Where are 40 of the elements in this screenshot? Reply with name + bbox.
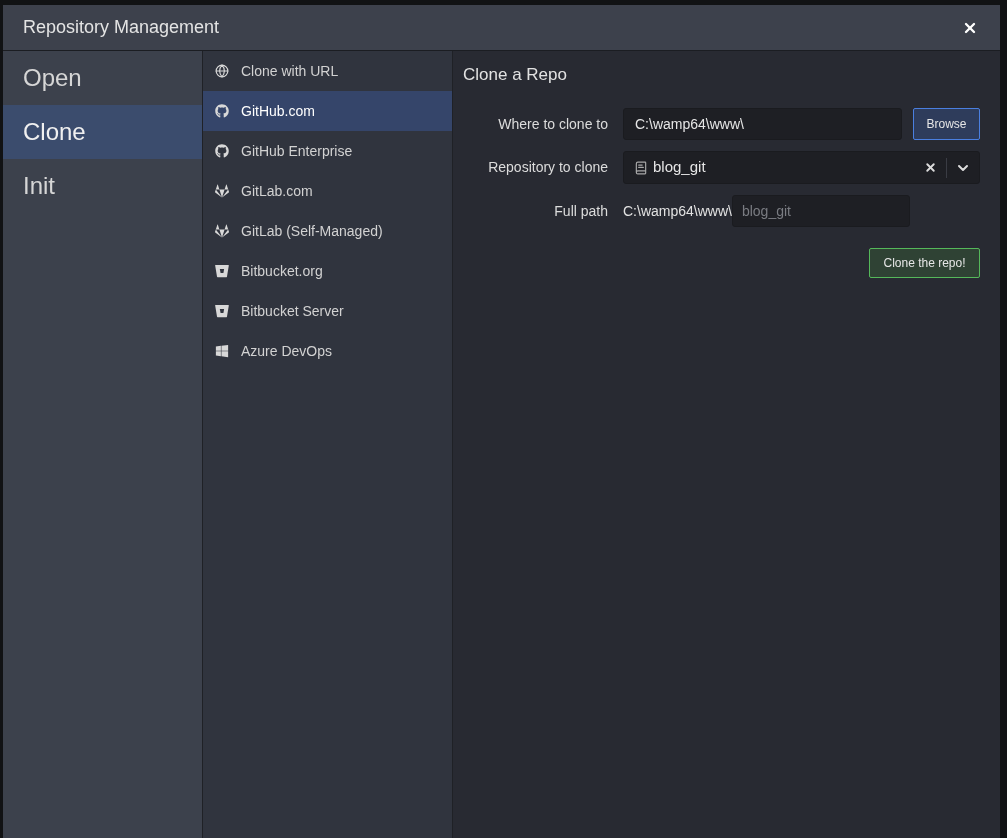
source-item[interactable]: Clone with URL [203,51,452,91]
path-prefix: C:\wamp64\www\ [623,201,732,221]
source-label: GitHub.com [241,101,315,121]
source-label: Bitbucket.org [241,261,323,281]
source-label: GitLab.com [241,181,313,201]
clone-button[interactable]: Clone the repo! [869,248,980,278]
field-label: Where to clone to [497,114,608,134]
destination-input[interactable]: C:\wamp64\www\ [623,108,902,140]
source-item[interactable]: GitHub.com [203,91,452,131]
bitbucket-icon [215,304,229,318]
source-item[interactable]: Azure DevOps [203,331,452,371]
source-item[interactable]: GitLab (Self-Managed) [203,211,452,251]
source-label: GitHub Enterprise [241,141,353,161]
source-item[interactable]: Bitbucket.org [203,251,452,291]
source-item[interactable]: GitHub Enterprise [203,131,452,171]
github-icon [215,144,229,158]
mode-tab[interactable]: Open [3,51,202,105]
mode-tab[interactable]: Init [3,159,202,213]
window-title: Repository Management [23,16,220,39]
field-label: Full path [553,201,608,221]
browse-button[interactable]: Browse [913,108,980,140]
gitlab-icon [215,224,229,238]
field-label: Repository to clone [487,158,608,177]
bitbucket-icon [215,264,229,278]
source-label: GitLab (Self-Managed) [241,221,383,241]
gitlab-icon [215,184,229,198]
folder-name-input[interactable]: blog_git [731,195,910,227]
source-label: Bitbucket Server [241,301,344,321]
windows-logo-icon [215,344,229,358]
source-label: Clone with URL [241,61,339,81]
panel-heading: Clone a Repo [463,64,568,86]
github-icon [215,104,229,118]
clear-icon[interactable] [924,161,937,174]
globe-icon [215,64,229,78]
source-item[interactable]: Bitbucket Server [203,291,452,331]
source-item[interactable]: GitLab.com [203,171,452,211]
mode-tab[interactable]: Clone [3,105,202,159]
book-icon [634,160,648,175]
source-label: Azure DevOps [241,341,333,361]
repository-select[interactable]: blog_git [623,151,980,184]
